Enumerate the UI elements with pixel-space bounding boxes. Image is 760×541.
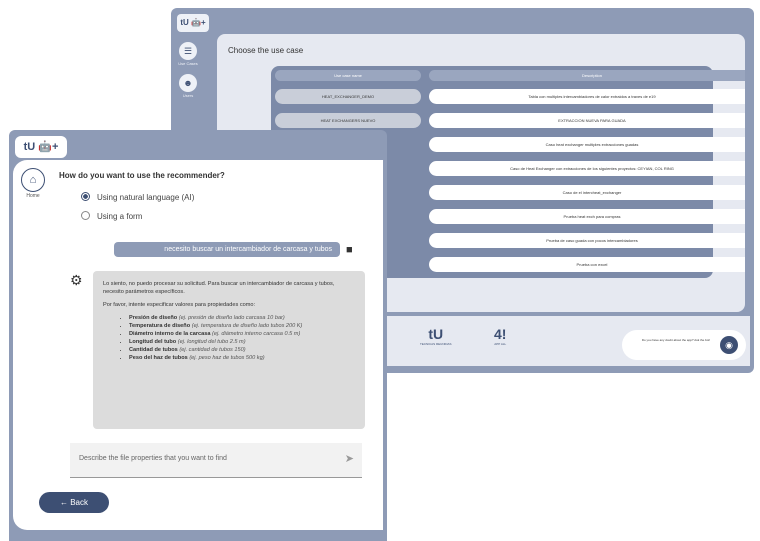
property-example: (ej. temperatura de diseño lado tubos 20… [191, 323, 303, 329]
option-natural-language[interactable]: Using natural language (AI) [81, 192, 195, 202]
app-logo-text: 4! [494, 326, 507, 342]
property-name: Presión de diseño [129, 315, 178, 321]
users-icon: ☻ [179, 74, 197, 92]
sidebar-item-label: Users [182, 93, 194, 98]
home-icon: ⌂ [21, 168, 45, 192]
property-name: Diámetro interno de la carcasa [129, 331, 211, 337]
bot-message: Lo siento, no puedo procesar su solicitu… [93, 271, 365, 429]
property-example: (ej. diámetro interno carcasa 0.5 m) [212, 331, 301, 337]
radio-unselected-icon[interactable] [81, 211, 90, 221]
use-case-description-cell[interactable]: Tabla con multiples intercambiadores de … [429, 89, 745, 104]
property-example: (ej. cantidad de tubos 150) [179, 347, 246, 353]
column-header-description[interactable]: Description [429, 70, 745, 81]
recommender-panel: ⌂ Home How do you want to use the recomm… [13, 160, 383, 530]
use-case-description-cell[interactable]: Caso heat exchanger multiples extraccion… [429, 137, 745, 152]
sidebar-item-label: Use Cases [178, 61, 198, 66]
property-name: Temperatura de diseño [129, 323, 191, 329]
list-item: Presión de diseño (ej. presión de diseño… [129, 314, 355, 322]
property-name: Peso del haz de tubos [129, 355, 188, 361]
option-label: Using a form [97, 212, 143, 221]
query-input[interactable]: Describe the file properties that you wa… [70, 443, 362, 478]
list-item: Temperatura de diseño (ej. temperatura d… [129, 322, 355, 330]
list-icon: ☰ [179, 42, 197, 60]
send-icon[interactable]: ➤ [345, 452, 354, 465]
query-input-placeholder: Describe the file properties that you wa… [79, 455, 227, 462]
radio-selected-icon[interactable] [81, 192, 90, 202]
robot-icon: ⚙ [70, 272, 83, 288]
property-example: (ej. peso haz de tubos 500 kg) [189, 355, 265, 361]
use-case-description-cell[interactable]: Caso de Heat Exchanger con extracciones … [429, 161, 745, 176]
property-list: Presión de diseño (ej. presión de diseño… [103, 314, 355, 362]
option-form[interactable]: Using a form [81, 211, 143, 221]
list-item: Cantidad de tubos (ej. cantidad de tubos… [129, 346, 355, 354]
app-logo-caption: APP ALL [494, 342, 507, 346]
option-label: Using natural language (AI) [97, 193, 195, 202]
robot-icon: ◉ [720, 336, 738, 354]
sidebar-item-users[interactable]: ☻ Users [177, 74, 199, 98]
column-header-name[interactable]: Use case name [275, 70, 421, 81]
use-case-name-cell[interactable]: HEAT EXCHANGERS NUEVO [275, 113, 421, 128]
use-case-description-cell[interactable]: Prueba heat exch para compras [429, 209, 745, 224]
ask-bot-text: Do you have any doubt about the app? Ask… [641, 338, 711, 342]
home-button[interactable]: ⌂ Home [21, 168, 45, 199]
property-name: Longitud del tubo [129, 339, 177, 345]
app-logo: tU 🤖+ [15, 136, 67, 158]
mode-question: How do you want to use the recommender? [59, 171, 225, 180]
back-button[interactable]: ← Back [39, 492, 109, 513]
use-case-description-cell[interactable]: Prueba de caso guada con pocos intercamb… [429, 233, 745, 248]
company-logo-text: tU [428, 326, 444, 342]
property-name: Cantidad de tubos [129, 347, 178, 353]
bot-message-prompt: Por favor, intente especificar valores p… [103, 302, 256, 308]
use-case-description-cell[interactable]: EXTRACCION NUEVA PARA GUADA [429, 113, 745, 128]
user-icon: ■ [346, 244, 353, 256]
use-case-name-cell[interactable]: HEAT_EXCHANGER_DEMO [275, 89, 421, 104]
property-example: (ej. presión de diseño lado carcasa 10 b… [178, 315, 285, 321]
app-logo: 4! APP ALL [494, 326, 506, 346]
company-logo-caption: TECNICAS REUNIDAS [420, 342, 452, 346]
home-label: Home [26, 193, 40, 199]
recommender-window: tU 🤖+ ⌂ Home How do you want to use the … [9, 130, 387, 541]
sidebar-item-use-cases[interactable]: ☰ Use Cases [177, 42, 199, 66]
property-example: (ej. longitud del tubo 2.5 m) [177, 339, 246, 345]
page-title: Choose the use case [228, 46, 304, 55]
ask-bot-button[interactable]: Do you have any doubt about the app? Ask… [622, 330, 746, 360]
company-logo: tU TECNICAS REUNIDAS [420, 326, 452, 346]
app-logo: tU 🤖+ [177, 14, 209, 32]
user-message: necesito buscar un intercambiador de car… [114, 242, 340, 257]
use-case-description-cell[interactable]: Prueba con excel [429, 257, 745, 272]
list-item: Longitud del tubo (ej. longitud del tubo… [129, 338, 355, 346]
list-item: Diámetro interno de la carcasa (ej. diám… [129, 330, 355, 338]
list-item: Peso del haz de tubos (ej. peso haz de t… [129, 354, 355, 362]
bot-message-intro: Lo siento, no puedo procesar su solicitu… [103, 281, 335, 295]
use-case-description-cell[interactable]: Caso de el intercheat_exchanger [429, 185, 745, 200]
